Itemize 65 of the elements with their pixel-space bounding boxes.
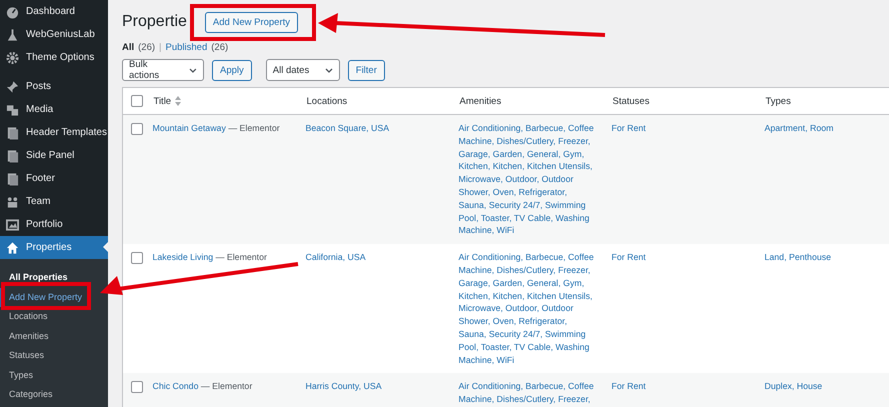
sort-icon[interactable] [175,96,182,106]
menu-item[interactable]: Posts [0,69,108,98]
status-link[interactable]: For Rent [612,123,646,133]
menu-item[interactable]: Dashboard [0,0,108,23]
location-link[interactable]: Beacon Square, USA [306,123,390,133]
menu-item[interactable]: Footer [0,167,108,190]
checkbox[interactable] [131,122,143,135]
types-links[interactable]: Apartment, Room [764,123,834,133]
submenu-item[interactable]: Statuses [0,346,108,366]
menu-item[interactable]: WebGeniusLab [0,23,108,46]
menu-item[interactable]: Theme Options [0,46,108,69]
view-filter-link[interactable]: All [122,42,134,53]
column-header[interactable]: Title [154,96,172,106]
add-new-property-button[interactable]: Add New Property [204,12,298,32]
post-state: — Elementor [216,252,267,262]
menu-icon [6,126,19,140]
types-links[interactable]: Duplex, House [764,381,822,392]
apply-button[interactable]: Apply [212,60,252,80]
status-link[interactable]: For Rent [612,381,646,392]
menu-icon [6,28,19,42]
view-count: (26) [211,42,228,53]
filter-button[interactable]: Filter [348,60,385,80]
menu-item[interactable]: Properties [0,236,108,259]
menu-icon [6,172,19,186]
submenu-item[interactable]: Types [0,366,108,385]
property-title-link[interactable]: Lakeside Living [152,252,214,262]
menu-icon [6,218,19,232]
separator: | [159,42,162,53]
menu-item[interactable]: Portfolio [0,213,108,236]
property-title-link[interactable]: Mountain Getaway [152,123,226,133]
property-title-link[interactable]: Chic Condo [152,381,198,392]
status-link[interactable]: For Rent [612,252,646,262]
menu-item[interactable]: Header Templates [0,121,108,144]
dates-dropdown[interactable]: All dates [266,59,340,81]
menu-icon [6,102,19,116]
menu-icon [6,50,19,64]
checkbox[interactable] [131,381,143,394]
bulk-actions-dropdown[interactable]: Bulk actions [122,59,204,81]
submenu-item[interactable]: Categories [0,385,108,404]
post-state: — Elementor [228,123,280,133]
post-state: — Elementor [200,381,252,392]
amenities-links[interactable]: Air Conditioning, Barbecue, Coffee Machine, Dishes/Cutlery, Freezer, Garage, Garden, General, Gym, Kitchen, Kitchen, Kitchen Utensils, Microwave, Outdoor, Outdoor Shower, Oven, Refrigerator, Sauna, Security 24/7, Swimming Pool, Toaster, TV Cable, Washing Machine, WiFi [458,251,596,366]
menu-icon [6,240,19,254]
menu-icon [6,4,19,18]
submenu-item[interactable]: Add New Property [0,288,108,307]
menu-item[interactable]: Media [0,98,108,121]
view-filter-link[interactable]: Published [166,42,208,53]
menu-item[interactable]: Team [0,190,108,213]
types-links[interactable]: Land, Penthouse [764,252,832,262]
menu-icon [6,148,19,162]
chevron-down-icon [324,68,333,72]
chevron-down-icon [189,68,197,72]
menu-icon [6,194,19,208]
submenu-item[interactable]: All Properties [0,268,108,288]
view-count: (26) [138,42,156,53]
submenu-item[interactable]: Amenities [0,326,108,346]
page-title: Propertie [122,13,187,31]
location-link[interactable]: California, USA [306,252,366,262]
menu-item[interactable]: Side Panel [0,144,108,167]
checkbox[interactable] [131,95,143,107]
menu-icon [6,80,19,94]
location-link[interactable]: Harris County, USA [306,381,382,392]
dropdown-value: Bulk actions [129,59,160,81]
submenu-item[interactable]: Locations [0,307,108,326]
checkbox[interactable] [131,252,143,264]
